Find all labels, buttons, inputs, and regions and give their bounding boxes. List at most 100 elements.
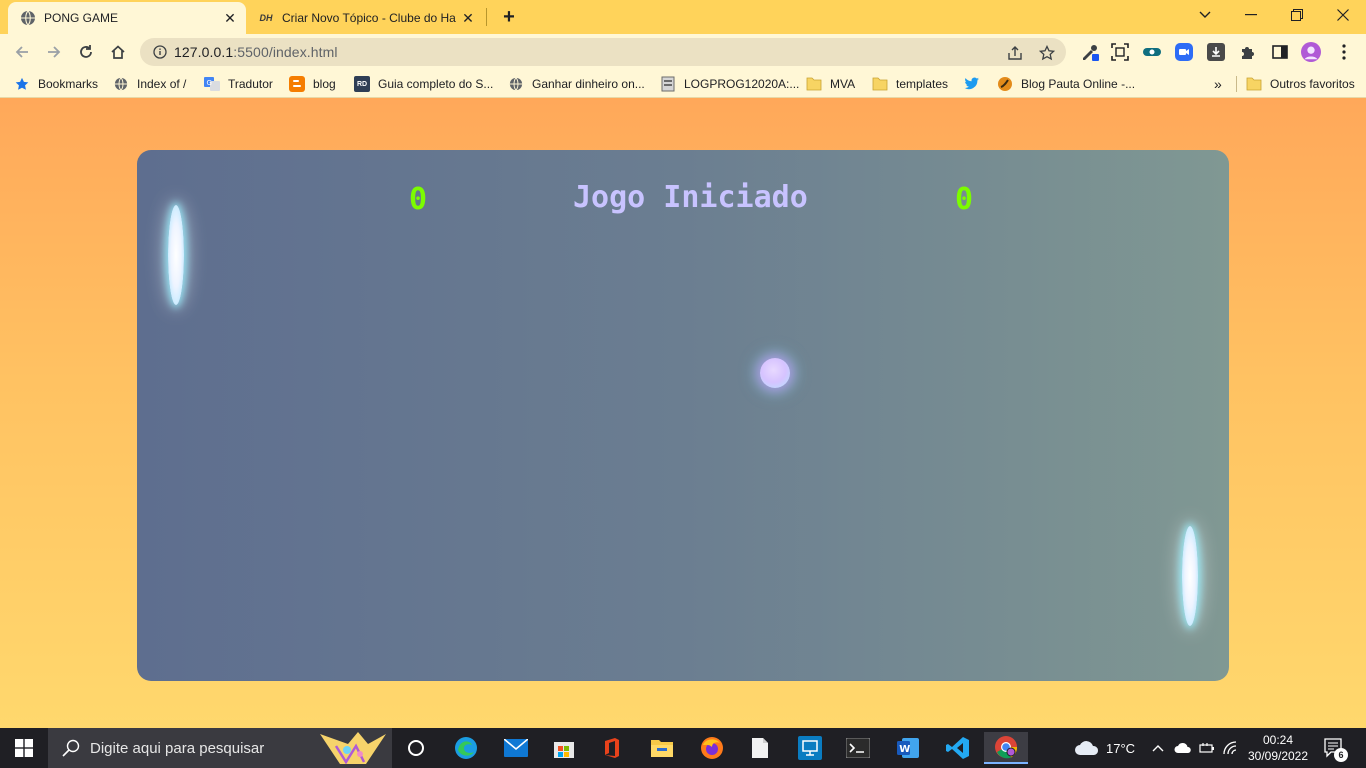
taskbar-terminal[interactable] xyxy=(836,732,880,764)
new-tab-button[interactable]: + xyxy=(498,6,520,28)
terminal-icon xyxy=(846,738,870,758)
taskbar-word[interactable]: W xyxy=(886,732,930,764)
puzzle-icon[interactable] xyxy=(1238,42,1258,62)
taskbar-mail[interactable] xyxy=(494,732,538,764)
title-bar: PONG GAME ✕ DH Criar Novo Tópico - Clube… xyxy=(0,0,1366,34)
rd-icon: RD xyxy=(354,76,370,92)
forward-button[interactable] xyxy=(40,38,68,66)
taskbar-clock[interactable]: 00:24 30/09/2022 xyxy=(1240,732,1316,764)
restore-button[interactable] xyxy=(1274,0,1320,30)
arrow-left-icon xyxy=(15,46,28,58)
mail-icon xyxy=(504,739,528,757)
svg-text:G: G xyxy=(207,79,212,87)
paddle-left xyxy=(168,205,184,305)
game-court[interactable]: 0 Jogo Iniciado 0 xyxy=(137,150,1229,681)
twitter-icon xyxy=(964,76,980,92)
taskbar-vscode[interactable] xyxy=(936,732,980,764)
taskbar-notepad[interactable] xyxy=(738,732,782,764)
side-panel-icon[interactable] xyxy=(1270,42,1290,62)
search-icon xyxy=(62,739,80,757)
taskbar-store[interactable] xyxy=(542,732,586,764)
menu-kebab-icon[interactable] xyxy=(1334,42,1354,62)
screenshot-extension-icon[interactable] xyxy=(1110,42,1130,62)
wifi-button[interactable] xyxy=(1222,728,1238,768)
home-icon xyxy=(111,45,125,59)
folder-icon xyxy=(806,76,822,92)
eyedropper-extension-icon[interactable] xyxy=(1080,42,1100,62)
taskbar-firefox[interactable] xyxy=(690,732,734,764)
bookmark-index-of[interactable]: Index of / xyxy=(113,75,186,93)
globe-icon xyxy=(113,76,129,92)
tab-search-button[interactable] xyxy=(1182,0,1228,30)
share-icon[interactable] xyxy=(1006,44,1024,62)
windows-logo-icon xyxy=(15,739,33,757)
bookmark-blog-pauta[interactable]: Blog Pauta Online -... xyxy=(997,75,1135,93)
tray-overflow-button[interactable] xyxy=(1152,728,1164,768)
taskbar-edge[interactable] xyxy=(444,732,488,764)
notification-center-button[interactable]: 6 xyxy=(1324,728,1348,768)
taskbar-office[interactable] xyxy=(590,732,634,764)
bookmarks-bar: Bookmarks Index of / G Tradutor blog RD … xyxy=(0,70,1366,98)
restore-icon xyxy=(1291,9,1303,21)
bookmark-outros-favoritos[interactable]: Outros favoritos xyxy=(1246,75,1355,93)
svg-text:W: W xyxy=(899,744,910,755)
wifi-icon xyxy=(1223,741,1237,755)
chevron-up-icon xyxy=(1152,745,1164,752)
close-icon[interactable]: ✕ xyxy=(222,10,238,26)
weather-widget[interactable]: 17°C xyxy=(1074,728,1135,768)
back-button[interactable] xyxy=(8,38,36,66)
game-status: Jogo Iniciado xyxy=(573,180,808,215)
taskbar-chrome[interactable] xyxy=(984,732,1028,764)
close-icon[interactable]: ✕ xyxy=(460,10,476,26)
bookmark-bookmarks[interactable]: Bookmarks xyxy=(14,75,98,93)
search-highlight-illustration-icon xyxy=(320,732,386,765)
bookmark-tradutor[interactable]: G Tradutor xyxy=(204,75,273,93)
firefox-icon xyxy=(701,737,723,759)
tab-separator xyxy=(486,8,487,26)
chrome-icon xyxy=(995,736,1018,759)
home-button[interactable] xyxy=(104,38,132,66)
close-window-button[interactable] xyxy=(1320,0,1366,30)
dh-logo-icon: DH xyxy=(259,13,273,23)
camera-extension-icon[interactable] xyxy=(1142,42,1162,62)
close-icon xyxy=(1337,9,1349,21)
url-text: 127.0.0.1:5500/index.html xyxy=(174,44,338,60)
tab-clube-do-hacker[interactable]: DH Criar Novo Tópico - Clube do Ha ✕ xyxy=(246,2,484,34)
bookmark-ganhar-dinheiro[interactable]: Ganhar dinheiro on... xyxy=(508,75,645,93)
bookmark-star-icon[interactable] xyxy=(1038,44,1056,62)
zoom-extension-icon[interactable] xyxy=(1174,42,1194,62)
bookmark-logprog[interactable]: LOGPROG12020A:... xyxy=(660,75,799,93)
score-left: 0 xyxy=(409,182,428,217)
bookmark-mva[interactable]: MVA xyxy=(806,75,855,93)
task-view-button[interactable] xyxy=(394,732,438,764)
browser-toolbar: 127.0.0.1:5500/index.html xyxy=(0,34,1366,70)
globe-icon xyxy=(20,10,36,26)
bookmark-twitter[interactable] xyxy=(964,75,988,93)
address-bar[interactable]: 127.0.0.1:5500/index.html xyxy=(140,38,1066,66)
onedrive-cloud-icon xyxy=(1174,742,1191,753)
document-icon xyxy=(752,738,768,758)
bookmark-guia-completo[interactable]: RD Guia completo do S... xyxy=(354,75,493,93)
word-icon: W xyxy=(897,738,919,758)
bookmark-templates[interactable]: templates xyxy=(872,75,948,93)
taskbar-remote-app[interactable] xyxy=(788,732,832,764)
bookmark-blog[interactable]: blog xyxy=(289,75,336,93)
folder-icon xyxy=(1246,76,1262,92)
onedrive-button[interactable] xyxy=(1174,728,1192,768)
avatar[interactable] xyxy=(1301,42,1321,62)
taskbar-explorer[interactable] xyxy=(640,732,684,764)
bookmarks-overflow-button[interactable]: » xyxy=(1214,75,1222,93)
page-background: 0 Jogo Iniciado 0 xyxy=(0,98,1366,728)
download-extension-icon[interactable] xyxy=(1206,42,1226,62)
minimize-button[interactable] xyxy=(1228,0,1274,30)
translate-icon: G xyxy=(204,76,220,92)
info-icon[interactable] xyxy=(152,44,168,60)
battery-button[interactable] xyxy=(1199,728,1215,768)
start-button[interactable] xyxy=(0,728,48,768)
office-icon xyxy=(605,738,619,758)
tab-pong-game[interactable]: PONG GAME ✕ xyxy=(8,2,246,34)
taskbar-search-box[interactable]: Digite aqui para pesquisar xyxy=(48,728,392,768)
reload-button[interactable] xyxy=(72,38,100,66)
tab-title: PONG GAME xyxy=(44,11,119,25)
chevron-down-icon xyxy=(1199,11,1211,18)
